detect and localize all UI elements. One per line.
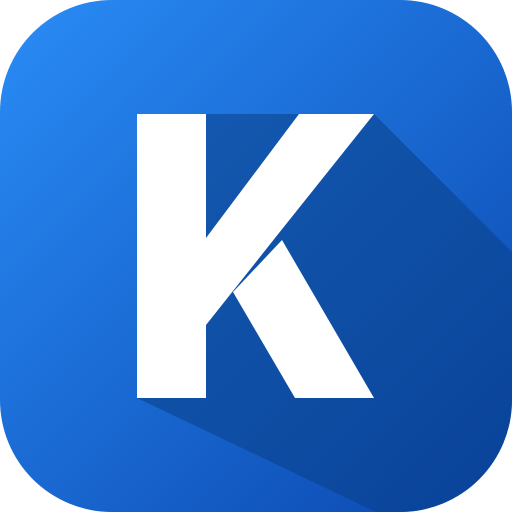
k-letter-icon: K <box>0 0 512 512</box>
app-icon: K <box>0 0 512 512</box>
